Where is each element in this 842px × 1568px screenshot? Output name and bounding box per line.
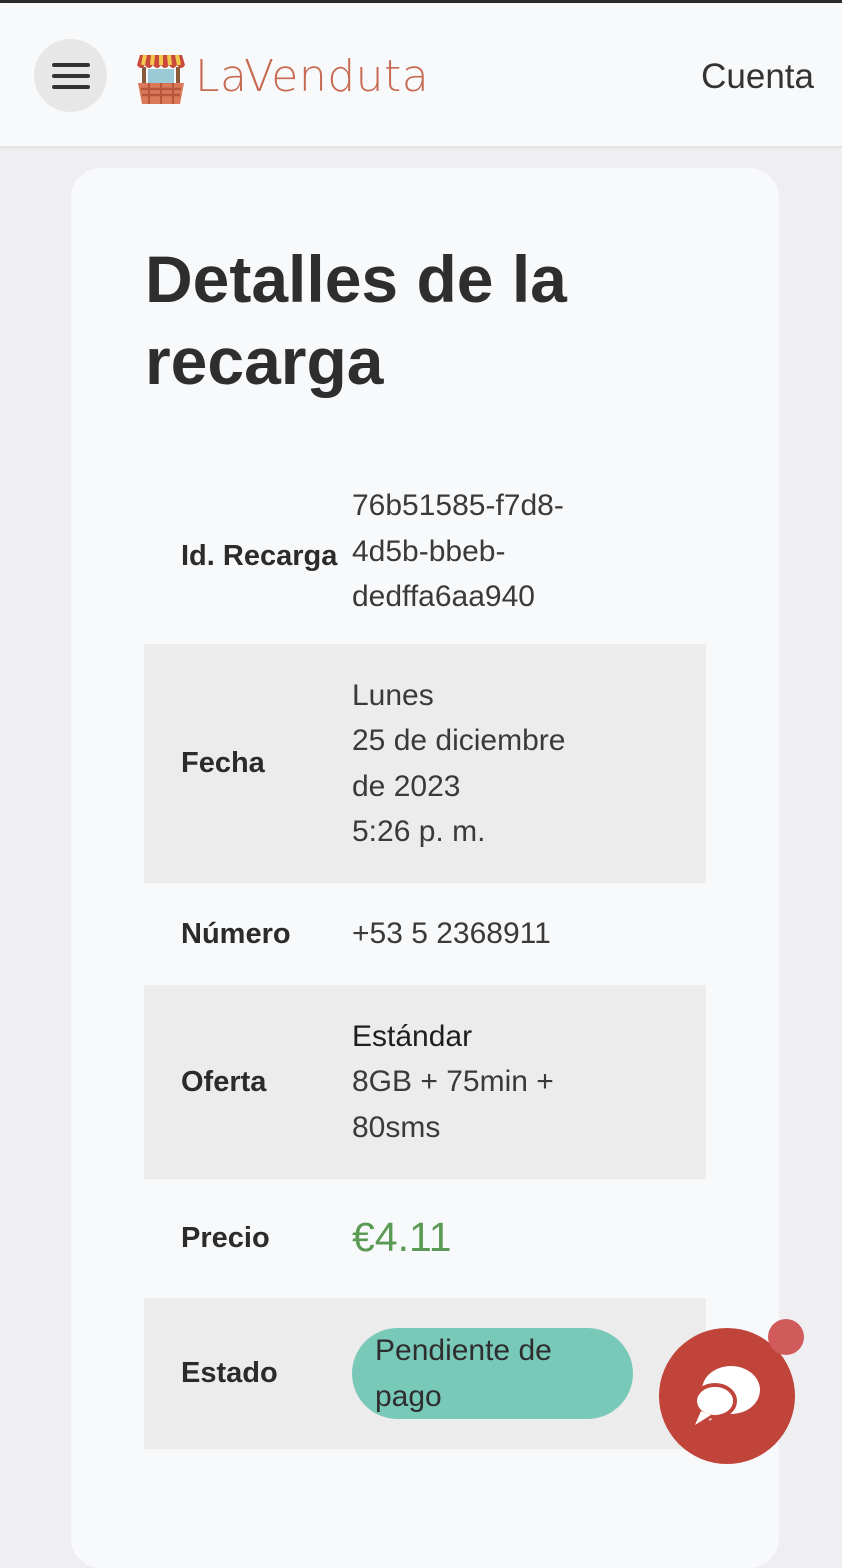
detail-label: Oferta (181, 1065, 267, 1098)
detail-label: Precio (181, 1222, 270, 1254)
details-table: Id. Recarga 76b51585-f7d8- 4d5b-bbeb- de… (144, 468, 706, 1449)
detail-row-offer: Oferta Estándar 8GB + 75min + 80sms (144, 985, 706, 1179)
detail-label: Número (181, 917, 291, 950)
detail-row-status: Estado Pendiente de pago (144, 1298, 706, 1449)
status-badge: Pendiente de pago (352, 1328, 633, 1419)
hamburger-menu-icon (51, 62, 90, 89)
account-link[interactable]: Cuenta (701, 55, 814, 99)
menu-button[interactable] (34, 39, 107, 112)
navbar: LaVenduta Cuenta (0, 3, 842, 147)
date-value: Lunes 25 de diciembre de 2023 5:26 p. m. (352, 678, 566, 849)
detail-row-id: Id. Recarga 76b51585-f7d8- 4d5b-bbeb- de… (144, 468, 706, 644)
brand-name: LaVenduta (195, 51, 430, 102)
brand-logo-link[interactable]: LaVenduta (136, 47, 429, 107)
detail-row-price: Precio €4.11 (144, 1179, 706, 1298)
phone-number-value: +53 5 2368911 (352, 917, 551, 951)
detail-row-date: Fecha Lunes 25 de diciembre de 2023 5:26… (144, 644, 706, 883)
detail-label: Id. Recarga (181, 539, 338, 572)
chat-bubbles-icon (693, 1366, 760, 1425)
recharge-id-value: 76b51585-f7d8- 4d5b-bbeb- dedffa6aa940 (352, 489, 564, 614)
market-stall-icon (137, 54, 185, 104)
detail-label: Fecha (181, 747, 265, 779)
notification-dot (768, 1319, 804, 1355)
price-value: €4.11 (352, 1214, 452, 1261)
page-title: Detalles de la recarga (145, 242, 567, 398)
detail-row-number: Número +53 5 2368911 (144, 883, 706, 985)
offer-value: Estándar 8GB + 75min + 80sms (352, 1019, 554, 1144)
detail-label: Estado (181, 1357, 278, 1389)
